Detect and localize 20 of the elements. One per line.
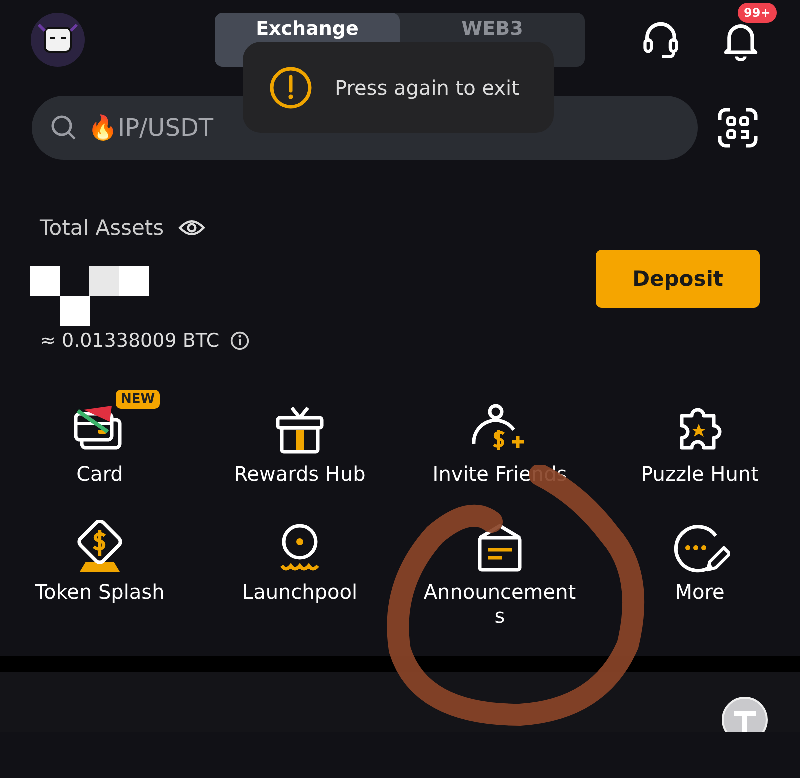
warning-icon xyxy=(269,66,313,110)
deposit-button[interactable]: Deposit xyxy=(596,250,760,308)
search-icon xyxy=(50,114,78,142)
tab[interactable]: WEB3 xyxy=(400,13,585,67)
qr-scan-icon[interactable] xyxy=(716,106,760,150)
shortcut-button[interactable]: More xyxy=(670,508,730,604)
search-field[interactable]: 🔥IP/USDT xyxy=(86,113,680,143)
new-badge: NEW xyxy=(116,390,160,409)
shortcut-button[interactable]: Rewards Hub xyxy=(234,390,366,486)
info-icon[interactable] xyxy=(230,331,250,351)
shortcut-button[interactable]: Puzzle Hunt xyxy=(641,390,759,486)
avatar-icon[interactable] xyxy=(31,13,85,67)
toast-message: Press again to exit xyxy=(335,76,520,100)
notification-badge: 99+ xyxy=(738,3,777,23)
shortcut-button[interactable]: Token Splash xyxy=(35,508,165,604)
eye-icon[interactable] xyxy=(178,218,206,238)
shortcut-button[interactable]: Announcements xyxy=(420,508,580,628)
total-assets-label: Total Assets xyxy=(40,216,164,240)
btc-value: ≈ 0.01338009 BTC xyxy=(40,330,220,352)
shortcut-button[interactable]: Launchpool xyxy=(242,508,358,604)
